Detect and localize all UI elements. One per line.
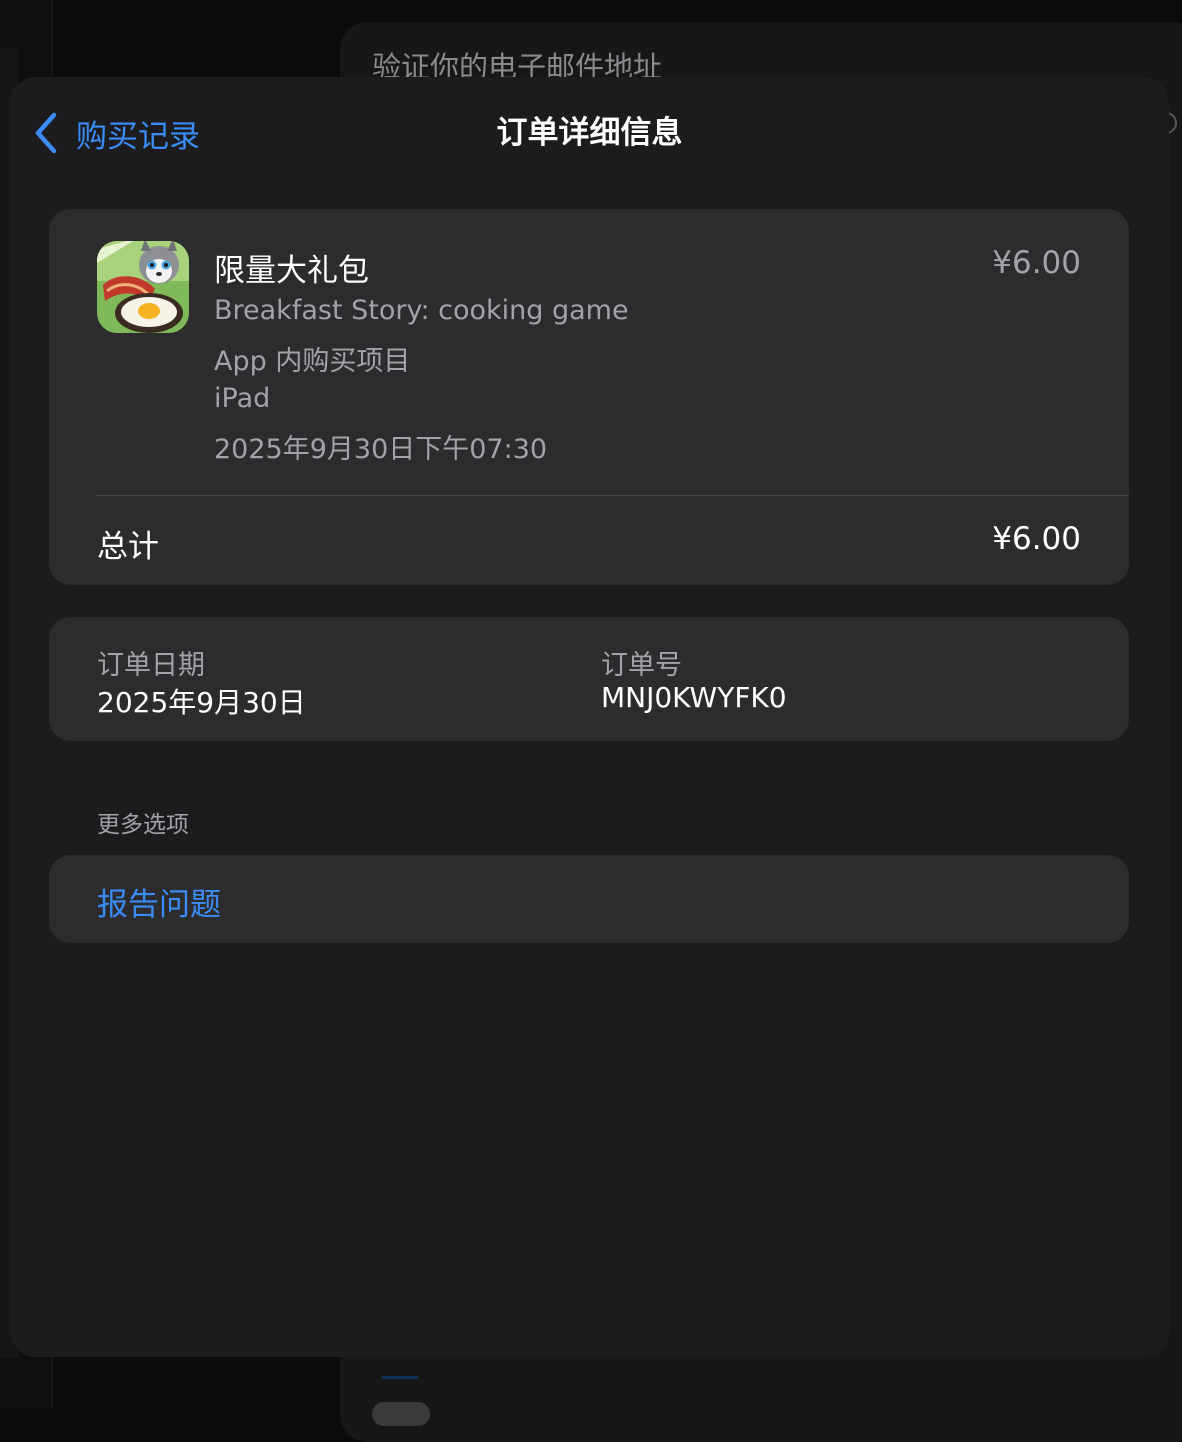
order-number-label: 订单号 <box>601 650 682 681</box>
report-problem-button[interactable]: 报告问题 <box>49 855 1129 943</box>
report-problem-label: 报告问题 <box>97 887 221 923</box>
background-toggle <box>372 1402 430 1426</box>
order-info-card: 订单日期 2025年9月30日 订单号 MNJ0KWYFK0 <box>49 617 1129 741</box>
more-options-header: 更多选项 <box>97 812 189 838</box>
order-details-sheet: 购买记录 订单详细信息 限量大礼包 ¥6.00 Breakfast Story:… <box>10 77 1169 1357</box>
item-price: ¥6.00 <box>992 245 1081 281</box>
order-date-label: 订单日期 <box>97 650 205 681</box>
total-label: 总计 <box>97 529 159 565</box>
total-value: ¥6.00 <box>992 521 1081 557</box>
item-device: iPad <box>214 383 271 414</box>
item-type: App 内购买项目 <box>214 346 411 377</box>
item-app-name: Breakfast Story: cooking game <box>214 295 629 326</box>
item-datetime: 2025年9月30日下午07:30 <box>214 434 548 465</box>
breakfast-story-app-icon <box>97 241 189 333</box>
card-divider <box>97 495 1129 496</box>
background-accent-bar <box>382 1376 418 1379</box>
page-title: 订单详细信息 <box>496 115 683 151</box>
order-number-value: MNJ0KWYFK0 <box>601 681 787 714</box>
order-date-value: 2025年9月30日 <box>97 686 306 719</box>
item-title: 限量大礼包 <box>214 253 369 289</box>
purchase-item-card: 限量大礼包 ¥6.00 Breakfast Story: cooking gam… <box>49 209 1129 585</box>
